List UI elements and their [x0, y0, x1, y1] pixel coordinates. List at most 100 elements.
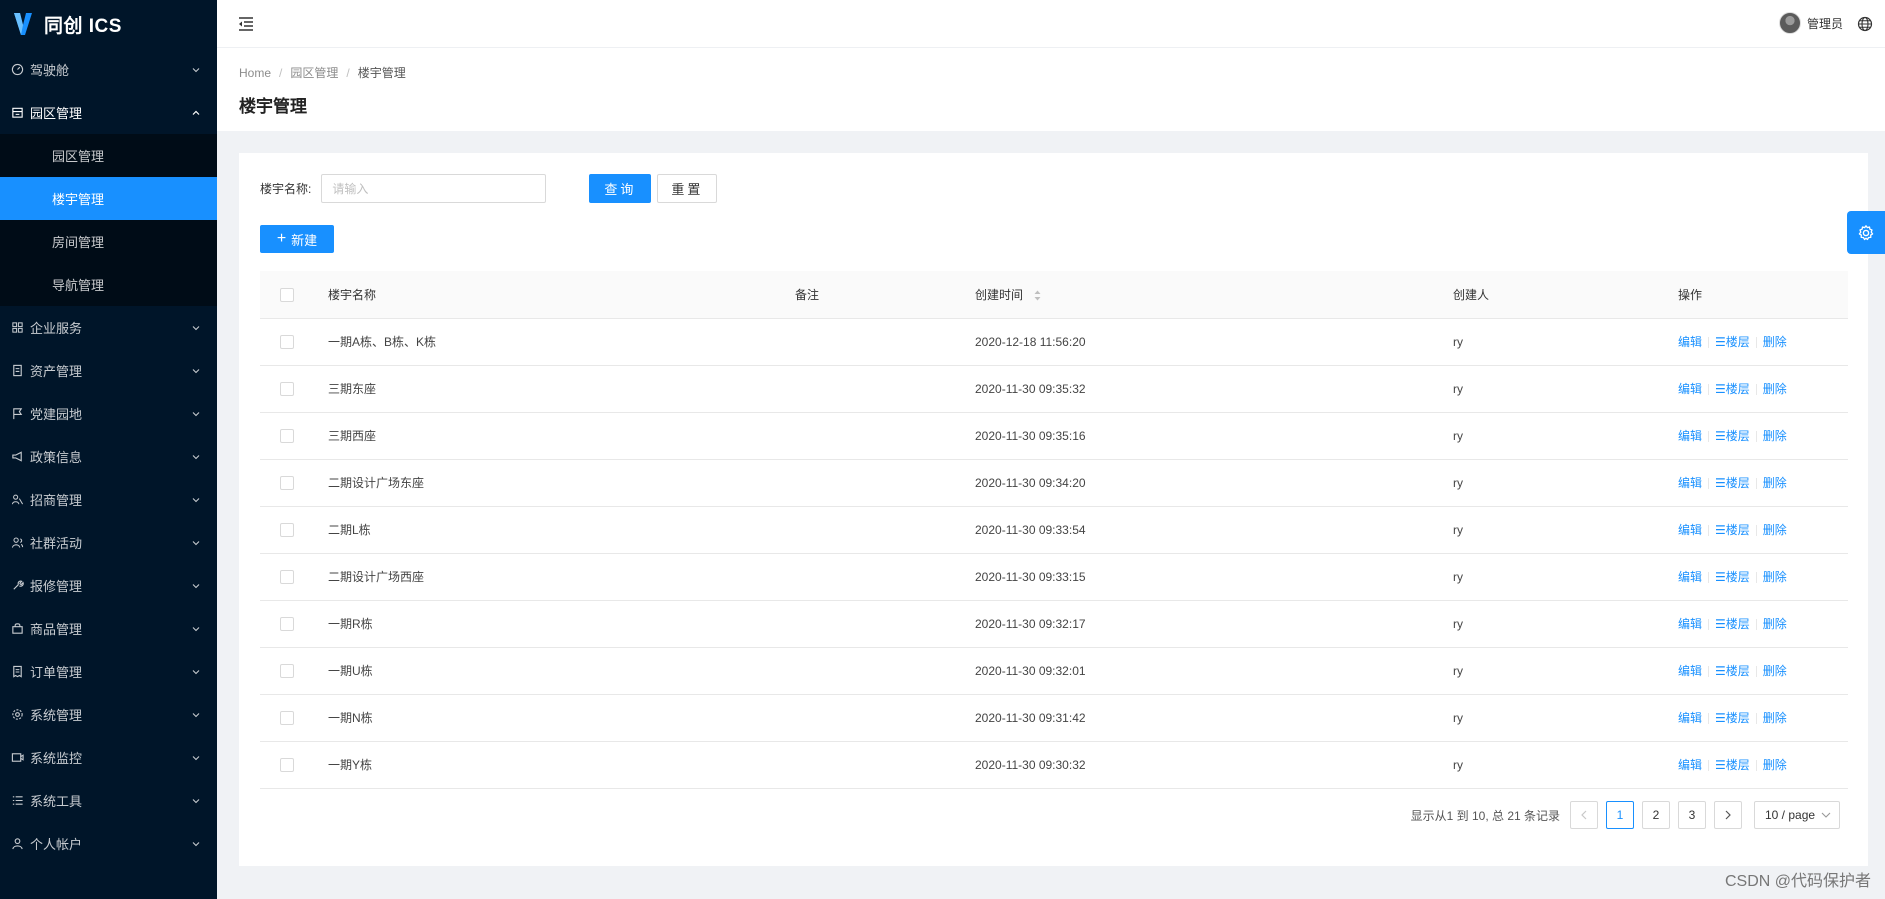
floors-link[interactable]: ☰楼层: [1715, 382, 1750, 396]
edit-link[interactable]: 编辑: [1678, 523, 1702, 537]
cell-creator: ry: [1453, 412, 1678, 460]
floors-link[interactable]: ☰楼层: [1715, 664, 1750, 678]
sidebar-item-label: 订单管理: [30, 665, 83, 680]
sidebar-item-8[interactable]: 报修管理: [0, 564, 217, 607]
cell-remark: [795, 412, 975, 460]
edit-link[interactable]: 编辑: [1678, 382, 1702, 396]
floors-link[interactable]: ☰楼层: [1715, 476, 1750, 490]
row-checkbox[interactable]: [280, 428, 294, 443]
row-checkbox[interactable]: [280, 381, 294, 396]
floors-link[interactable]: ☰楼层: [1715, 711, 1750, 725]
page-button-3[interactable]: 3: [1678, 801, 1706, 829]
cell-name: 一期N栋: [328, 694, 795, 742]
page-size-select[interactable]: 10 / page: [1754, 801, 1840, 829]
sidebar-item-label: 驾驶舱: [30, 63, 70, 78]
select-all-checkbox[interactable]: [280, 287, 294, 302]
search-button[interactable]: 查询: [589, 174, 652, 203]
language-globe-icon[interactable]: [1857, 16, 1873, 32]
cell-ops: 编辑 ☰楼层 删除: [1678, 553, 1848, 601]
submenu-item-2[interactable]: 房间管理: [0, 220, 217, 263]
edit-link[interactable]: 编辑: [1678, 711, 1702, 725]
breadcrumb-parent[interactable]: 园区管理: [290, 64, 338, 81]
sidebar-item-0[interactable]: 驾驶舱: [0, 48, 217, 91]
floors-link[interactable]: ☰楼层: [1715, 570, 1750, 584]
delete-link[interactable]: 删除: [1763, 429, 1787, 443]
breadcrumb-home[interactable]: Home: [239, 66, 271, 80]
delete-link[interactable]: 删除: [1763, 476, 1787, 490]
sidebar-item-12[interactable]: 系统监控: [0, 736, 217, 779]
floors-link[interactable]: ☰楼层: [1715, 758, 1750, 772]
row-checkbox[interactable]: [280, 663, 294, 678]
column-header-created-at[interactable]: 创建时间: [975, 271, 1453, 319]
delete-link[interactable]: 删除: [1763, 570, 1787, 584]
submenu-item-0[interactable]: 园区管理: [0, 134, 217, 177]
sidebar-item-5[interactable]: 政策信息: [0, 435, 217, 478]
row-checkbox[interactable]: [280, 757, 294, 772]
building-name-input[interactable]: [321, 174, 547, 203]
floors-link[interactable]: ☰楼层: [1715, 617, 1750, 631]
cell-created-at: 2020-11-30 09:35:32: [975, 365, 1453, 413]
submenu: 园区管理 楼宇管理 房间管理 导航管理: [0, 134, 217, 306]
row-checkbox[interactable]: [280, 334, 294, 349]
cell-ops: 编辑 ☰楼层 删除: [1678, 412, 1848, 460]
row-checkbox[interactable]: [280, 475, 294, 490]
floors-link-label: 楼层: [1725, 570, 1750, 584]
delete-link[interactable]: 删除: [1763, 523, 1787, 537]
edit-link[interactable]: 编辑: [1678, 570, 1702, 584]
floors-link[interactable]: ☰楼层: [1715, 429, 1750, 443]
sidebar-item-10[interactable]: 订单管理: [0, 650, 217, 693]
edit-link[interactable]: 编辑: [1678, 476, 1702, 490]
sidebar-item-9[interactable]: 商品管理: [0, 607, 217, 650]
delete-link[interactable]: 删除: [1763, 758, 1787, 772]
edit-link[interactable]: 编辑: [1678, 617, 1702, 631]
page-button-1[interactable]: 1: [1606, 801, 1634, 829]
menu-fold-icon[interactable]: [237, 15, 255, 33]
edit-link[interactable]: 编辑: [1678, 429, 1702, 443]
cell-name: 一期A栋、B栋、K栋: [328, 318, 795, 366]
submenu-item-3[interactable]: 导航管理: [0, 263, 217, 306]
sidebar-item-4[interactable]: 党建园地: [0, 392, 217, 435]
delete-link[interactable]: 删除: [1763, 711, 1787, 725]
new-building-button[interactable]: + 新建: [260, 225, 334, 253]
sidebar-item-label: 系统工具: [30, 794, 83, 809]
row-checkbox[interactable]: [280, 710, 294, 725]
cell-name: 二期设计广场东座: [328, 459, 795, 507]
page-button-2[interactable]: 2: [1642, 801, 1670, 829]
row-checkbox[interactable]: [280, 569, 294, 584]
edit-link[interactable]: 编辑: [1678, 758, 1702, 772]
edit-link[interactable]: 编辑: [1678, 335, 1702, 349]
row-checkbox[interactable]: [280, 522, 294, 537]
floors-link-label: 楼层: [1725, 335, 1750, 349]
next-page-button[interactable]: [1714, 801, 1742, 829]
shop-icon: [10, 622, 24, 636]
sidebar-item-3[interactable]: 资产管理: [0, 349, 217, 392]
cell-ops: 编辑 ☰楼层 删除: [1678, 459, 1848, 507]
cell-remark: [795, 694, 975, 742]
cell-remark: [795, 647, 975, 695]
settings-fab[interactable]: [1847, 211, 1885, 254]
row-checkbox[interactable]: [280, 616, 294, 631]
sidebar-item-11[interactable]: 系统管理: [0, 693, 217, 736]
sidebar-item-6[interactable]: 招商管理: [0, 478, 217, 521]
edit-link[interactable]: 编辑: [1678, 664, 1702, 678]
sidebar-item-13[interactable]: 系统工具: [0, 779, 217, 822]
sidebar-item-14[interactable]: 个人帐户: [0, 822, 217, 865]
floors-link[interactable]: ☰楼层: [1715, 335, 1750, 349]
delete-link[interactable]: 删除: [1763, 335, 1787, 349]
floors-link[interactable]: ☰楼层: [1715, 523, 1750, 537]
sort-icon[interactable]: [1034, 290, 1041, 301]
user-menu[interactable]: 管理员: [1778, 12, 1843, 34]
breadcrumb-current: 楼宇管理: [357, 66, 406, 80]
sidebar-item-1[interactable]: 园区管理: [0, 91, 217, 134]
sidebar-item-2[interactable]: 企业服务: [0, 306, 217, 349]
delete-link[interactable]: 删除: [1763, 617, 1787, 631]
logo[interactable]: 同创 ICS: [0, 0, 217, 48]
flag-icon: [10, 407, 24, 421]
delete-link[interactable]: 删除: [1763, 382, 1787, 396]
sidebar-item-label: 园区管理: [30, 106, 83, 121]
delete-link[interactable]: 删除: [1763, 664, 1787, 678]
sidebar-item-7[interactable]: 社群活动: [0, 521, 217, 564]
prev-page-button[interactable]: [1570, 801, 1598, 829]
submenu-item-1[interactable]: 楼宇管理: [0, 177, 217, 220]
reset-button[interactable]: 重置: [657, 174, 718, 203]
